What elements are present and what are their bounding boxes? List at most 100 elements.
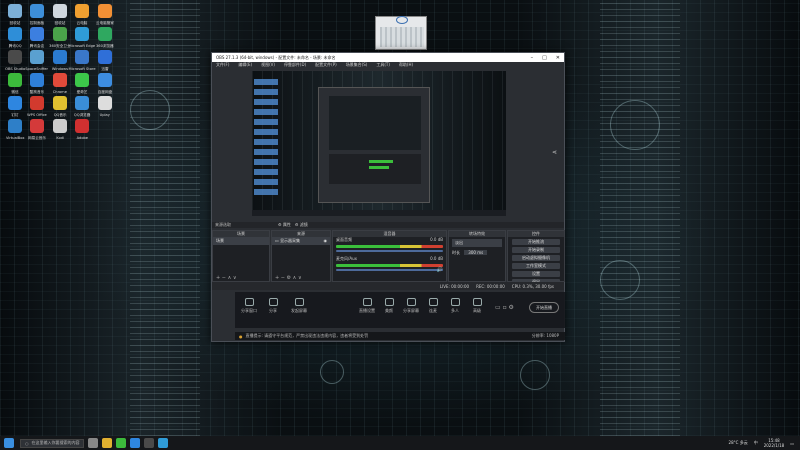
app-icon [30,73,44,87]
tool-advanced[interactable]: 高级 [467,298,487,314]
share-icon[interactable]: ⋖ [552,149,557,156]
menu-file[interactable]: 文件(F) [216,62,229,68]
menu-edit[interactable]: 编辑(E) [238,62,252,68]
tool-label: 多人 [451,308,459,313]
desktop-icon[interactable]: 网易云音乐 [26,119,48,151]
filters-button[interactable]: ⚙ 滤镜 [295,222,308,228]
minimize-icon[interactable]: – [531,55,534,61]
close-icon[interactable]: ✕ [556,55,560,61]
floating-preview-thumbnail[interactable] [375,16,427,50]
obs-menubar: 文件(F) 编辑(E) 视图(V) 停靠部件(D) 配置文件(P) 场景集合(S… [212,62,564,68]
menu-tools[interactable]: 工具(T) [376,62,390,68]
speaker-icon[interactable]: 🔊 [437,267,443,273]
dock-header: 来源选取 [212,222,564,228]
gear-icon[interactable]: ⚙ [287,275,291,281]
eye-icon[interactable]: ◉ [324,238,328,243]
tool-beauty[interactable]: 美颜 [379,298,399,314]
remove-icon[interactable]: − [281,275,285,281]
taskbar: ○ 在这里输入你要搜索的内容 28°C 多云 中 15:48 2022/1/18… [0,436,800,450]
up-icon[interactable]: ∧ [228,275,232,281]
file-explorer-icon[interactable] [102,438,112,448]
app-icon [98,50,112,64]
taskbar-search[interactable]: ○ 在这里输入你要搜索的内容 [20,438,84,448]
obs-preview[interactable] [252,71,506,216]
desktop-icon-label: WPS Office [27,112,47,117]
start-streaming-button[interactable]: 开始推流 [512,239,560,245]
properties-button[interactable]: ⚙ 属性 [278,222,291,228]
desktop-icon[interactable]: Adobe [71,119,93,151]
tool-share-screen[interactable]: 分享屏幕 [401,298,421,314]
tool-share-window[interactable]: 分享窗口 [239,298,259,314]
menu-profile[interactable]: 配置文件(P) [315,62,337,68]
obs-icon[interactable] [144,438,154,448]
app-icon [30,27,44,41]
app-icon [98,4,112,18]
app-icon [75,50,89,64]
live-timer: LIVE: 00:00:00 [439,283,470,289]
studio-mode-button[interactable]: 工作室模式 [512,263,560,269]
people-icon [450,298,460,306]
app-icon [8,73,22,87]
volume-slider[interactable] [336,269,443,271]
maximize-icon[interactable]: □ [542,55,547,61]
volume-slider[interactable] [336,250,443,252]
desktop-icon[interactable]: Kodi [49,119,71,151]
desktop-icon-label: QQ浏览器 [73,112,91,117]
weather[interactable]: 28°C 多云 [729,440,748,446]
tool-multi[interactable]: 多人 [445,298,465,314]
camera-icon[interactable]: ▭ ▫ ⚙ [495,304,514,311]
mixer-channel-mic: 麦克风/Aux 0.0 dB [333,256,446,262]
app-icon [8,119,22,133]
desktop-icon[interactable]: VirtualBox [4,119,26,151]
up-icon[interactable]: ∧ [293,275,297,281]
live-tool-strip: 分享窗口 分享 发起屏幕 直播设置 美颜 分享屏幕 连麦 多人 高级 ▭ ▫ ⚙… [235,292,565,328]
duration-input[interactable]: 300 ms [464,250,488,255]
edge-icon[interactable] [130,438,140,448]
app-icon [30,4,44,18]
down-icon[interactable]: ∨ [233,275,237,281]
add-icon[interactable]: + [275,275,279,281]
screen-share-icon [406,298,416,306]
channel-name: 桌面音频 [336,237,352,242]
notification-icon[interactable]: ▭ [790,441,794,446]
go-live-button[interactable]: 开始直播 [529,302,559,313]
tool-co-host[interactable]: 连麦 [423,298,443,314]
scene-controls: + − ∧ ∨ [213,276,269,281]
menu-view[interactable]: 视图(V) [261,62,275,68]
menu-docks[interactable]: 停靠部件(D) [284,62,306,68]
source-item[interactable]: ▭ 显示器采集 ◉ [272,237,330,245]
channel-db: 0.0 dB [430,256,443,261]
obs-titlebar[interactable]: OBS 27.1.3 (64-bit, windows) - 配置文件: 未命名… [212,53,564,62]
tool-share[interactable]: 分享 [263,298,283,314]
channel-name: 麦克风/Aux [336,256,357,261]
start-recording-button[interactable]: 开始录制 [512,247,560,253]
desktop-icon-label: VirtualBox [5,135,25,140]
desktop-icon-label: 360安全卫士 [49,43,71,48]
ime-indicator[interactable]: 中 [754,440,758,446]
down-icon[interactable]: ∨ [298,275,302,281]
virtual-camera-button[interactable]: 启动虚拟摄像机 [512,255,560,261]
tool-live-settings[interactable]: 直播设置 [357,298,377,314]
wechat-icon[interactable] [116,438,126,448]
transition-select[interactable]: 淡出 [452,239,502,247]
add-icon[interactable]: + [216,275,220,281]
system-tray: 28°C 多云 中 15:48 2022/1/18 ▭ [729,438,800,448]
scene-item[interactable]: 场景 [213,237,269,245]
menu-help[interactable]: 帮助(H) [399,62,413,68]
clock[interactable]: 15:48 2022/1/18 [764,438,785,448]
start-icon[interactable] [4,438,14,448]
app-icon[interactable] [158,438,168,448]
search-placeholder: 在这里输入你要搜索的内容 [31,440,80,445]
desktop-icon[interactable]: Uplay [94,96,116,128]
desktop-icon-label: 腾讯QQ [8,43,22,48]
tool-screen[interactable]: 发起屏幕 [289,298,309,314]
app-icon [8,96,22,110]
desktop-icon-label: 回收站 [9,20,21,25]
task-view-icon[interactable] [88,438,98,448]
desktop-icon-label: Windows [51,66,69,71]
app-icon [75,4,89,18]
settings-button[interactable]: 设置 [512,271,560,277]
advanced-icon [472,298,482,306]
remove-icon[interactable]: − [222,275,226,281]
menu-scene-collection[interactable]: 场景集合(S) [346,62,368,68]
